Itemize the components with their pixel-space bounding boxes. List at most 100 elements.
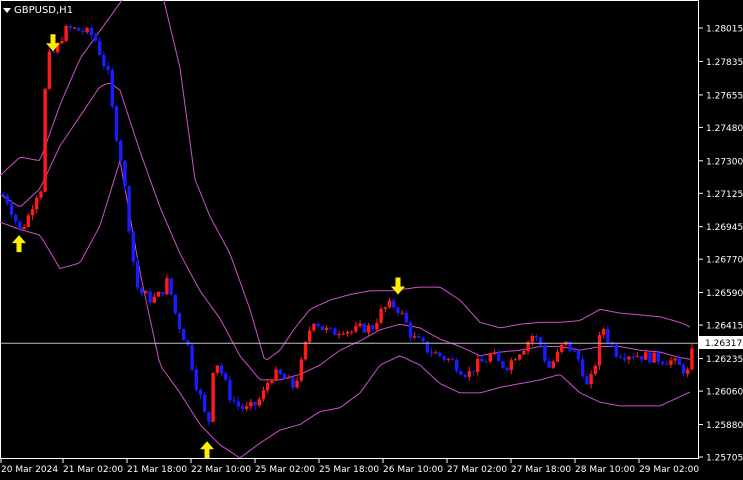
time-tick-label: 22 Mar 10:00 [191,465,251,475]
candle-body [337,333,341,336]
candle-body [249,402,253,407]
candle-body [501,361,505,368]
candle-body [26,215,30,227]
candle-body [106,66,110,71]
time-tick-label: 21 Mar 18:00 [127,465,187,475]
candle-body [39,191,43,198]
candle-body [614,344,618,357]
candle-body [123,161,127,187]
current-price-tag: 1.26317 [699,336,743,349]
candle-body [345,331,350,334]
candle-body [560,344,564,352]
candle-body [467,371,471,377]
price-tick-label: 1.28015 [706,25,743,35]
price-chart[interactable]: 1.28015 1.27835 1.27655 1.27480 1.27300 1.271… [0,0,743,480]
candle-body [64,26,68,41]
candle-body [43,88,47,192]
candle-body [161,291,165,295]
candle-body [518,354,522,360]
time-tick-label: 26 Mar 10:00 [383,465,443,475]
price-tick-label: 1.26590 [706,289,743,299]
candle-body [484,361,488,363]
candle-body [471,371,476,373]
candle-body [131,231,135,262]
candle-body [9,203,14,215]
candle-body [492,352,497,355]
candle-body [228,379,232,401]
candle-body [127,186,131,232]
candle-body [261,390,266,400]
candle-body [173,294,177,314]
candle-body [656,352,660,362]
price-tick-label: 1.26945 [706,223,743,233]
candle-body [644,352,648,360]
candle-body [673,358,677,361]
price-tick-label: 1.26060 [706,388,743,398]
time-tick-label: 27 Mar 18:00 [511,465,571,475]
candle-body [194,369,198,390]
candle-body [387,300,392,308]
price-tick-label: 1.25705 [706,454,743,464]
candle-body [169,278,173,295]
candle-body [358,323,362,326]
candle-body [211,372,215,422]
candle-body [312,323,316,331]
candle-body [270,380,274,383]
candle-body [463,374,467,377]
candle-body [110,70,114,107]
candle-body [396,307,400,313]
candle-body [89,28,93,36]
candle-body [434,352,438,354]
candle-body [480,358,484,362]
candle-body [555,351,560,362]
candle-body [686,369,690,374]
candle-body [639,356,644,360]
candle-body [203,394,207,412]
candle-body [232,400,236,402]
candle-body [114,106,119,141]
candle-body [81,30,85,33]
candle-body [652,352,656,363]
time-tick-label: 25 Mar 02:00 [255,465,315,475]
candle-body [522,351,526,355]
candle-body [333,328,337,336]
candle-body [257,399,261,406]
candle-body [476,358,480,372]
time-tick-label: 20 Mar 2024 [1,465,58,475]
candle-body [253,402,257,406]
candle-body [207,411,211,422]
chart-title[interactable]: GBPUSD,H1 [3,3,73,17]
candle-body [266,383,270,391]
price-tick-label: 1.26770 [706,256,743,266]
candle-body [68,26,72,29]
candle-body [341,333,345,335]
price-tick-label: 1.26235 [706,355,743,365]
candle-body [316,323,320,327]
candle-body [5,195,9,204]
candle-body [371,325,375,330]
candle-body [93,35,98,41]
candle-body [102,54,106,67]
time-tick-label: 27 Mar 02:00 [447,465,507,475]
candle-body [190,344,194,370]
candle-body [324,327,329,330]
candle-body [240,406,245,409]
candle-body [547,361,551,368]
candle-body [421,337,425,342]
dropdown-triangle-icon[interactable] [3,7,11,13]
symbol-timeframe-label: GBPUSD,H1 [14,4,74,16]
candle-body [450,358,455,360]
candle-body [219,365,224,374]
candle-body [148,291,152,303]
candle-body [669,360,673,365]
candle-body [442,356,446,360]
candle-body [85,28,89,33]
candle-body [224,373,228,380]
candle-body [308,330,312,342]
candle-body [165,278,169,295]
candle-body [677,358,681,365]
candle-body [400,312,404,314]
candle-body [245,406,249,409]
candle-body [320,326,324,330]
candle-body [505,367,509,370]
